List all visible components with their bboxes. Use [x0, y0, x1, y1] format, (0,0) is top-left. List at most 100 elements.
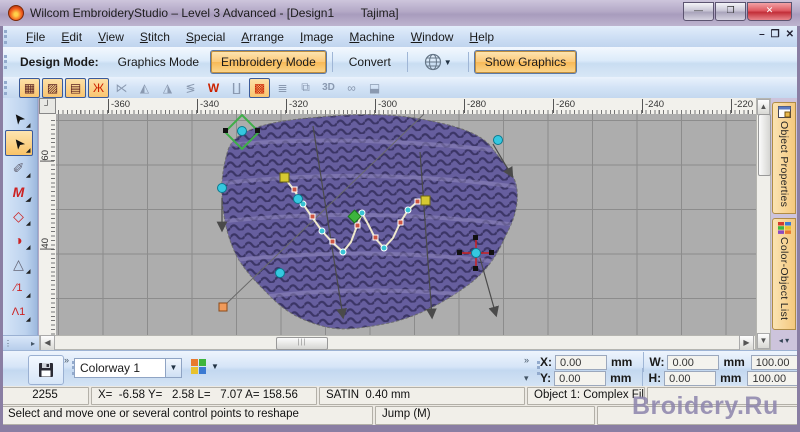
- dropdown-arrow-icon[interactable]: ▼: [165, 359, 181, 377]
- h-input[interactable]: 0.00: [664, 370, 717, 386]
- satin-a-icon[interactable]: ◭: [134, 78, 155, 98]
- closed-shape-tool[interactable]: ◇ ◢: [6, 204, 32, 228]
- overflow-arrow-icon: ▸: [30, 338, 35, 348]
- graphics-mode-button[interactable]: Graphics Mode: [108, 51, 209, 73]
- menu-special[interactable]: Special: [178, 28, 233, 46]
- menu-arrange[interactable]: Arrange: [233, 28, 292, 46]
- freehand-embroidery-tool[interactable]: M ◢: [6, 180, 32, 204]
- window-title: Wilcom EmbroideryStudio – Level 3 Advanc…: [30, 6, 399, 20]
- x-input[interactable]: 0.00: [555, 354, 607, 370]
- scroll-right-icon[interactable]: ▶: [739, 334, 754, 351]
- separator: [642, 368, 644, 388]
- fancy-fill-icon[interactable]: Ж: [88, 77, 109, 98]
- menu-file[interactable]: File: [18, 28, 53, 46]
- closed-line-tool[interactable]: Λ1 ◢: [6, 300, 32, 324]
- vertical-scrollbar[interactable]: ▲ ▼: [756, 98, 771, 350]
- color-object-list-icon: [777, 222, 791, 234]
- zigzag-icon[interactable]: ≶: [180, 78, 201, 98]
- mdi-minimize-button[interactable]: –: [759, 29, 765, 40]
- menu-image[interactable]: Image: [292, 28, 341, 46]
- embroidery-mode-button[interactable]: Embroidery Mode: [211, 51, 326, 73]
- satin-b-icon[interactable]: ◮: [157, 78, 178, 98]
- reshape-tool[interactable]: ➤ ◢: [4, 130, 33, 156]
- minimize-button[interactable]: —: [683, 2, 714, 21]
- toolbox-overflow[interactable]: ⋮ ▸: [0, 335, 39, 350]
- hoop-icon[interactable]: ⬓: [364, 78, 385, 98]
- texture-icon[interactable]: ⧉: [295, 78, 316, 98]
- tab-color-object-list[interactable]: Color-Object List: [772, 218, 796, 330]
- title-bar[interactable]: Wilcom EmbroideryStudio – Level 3 Advanc…: [0, 0, 800, 26]
- maximize-button[interactable]: ❐: [715, 2, 746, 21]
- colorway-editor-button[interactable]: ▼: [190, 358, 219, 375]
- overflow-more-icon[interactable]: ▾: [524, 373, 529, 384]
- selected-object-info: Object 1: Complex Fill: [527, 387, 645, 405]
- program-split-icon[interactable]: ≣: [272, 78, 293, 98]
- ruler-tick: -240: [642, 99, 664, 113]
- menu-window[interactable]: Window: [403, 28, 462, 46]
- hoop-globe-button[interactable]: ▼: [414, 49, 462, 75]
- broidery-watermark: Broidery.Ru: [632, 392, 779, 420]
- fill-stitch-icon[interactable]: ▦: [19, 77, 40, 98]
- show-graphics-button[interactable]: Show Graphics: [474, 51, 577, 73]
- design-mode-label: Design Mode:: [20, 55, 99, 69]
- ruler-origin-button[interactable]: ┘: [39, 98, 56, 114]
- y-unit: mm: [610, 371, 632, 385]
- convert-button[interactable]: Convert: [339, 51, 401, 73]
- toolbar-grip[interactable]: [4, 80, 13, 95]
- select-tool[interactable]: ➤ ◢: [6, 106, 32, 130]
- scroll-down-icon[interactable]: ▼: [757, 333, 770, 349]
- complex-fill-tool[interactable]: △ ◢: [6, 252, 32, 276]
- colorway-toolbar: » Colorway 1 ▼ ▼ » ▾ X: 0.00 mm W: 0.00 …: [0, 350, 800, 388]
- save-colorway-button[interactable]: [28, 355, 64, 385]
- close-button[interactable]: ✕: [747, 2, 792, 21]
- overflow-chevron-icon[interactable]: »: [64, 355, 69, 365]
- x-label: X:: [540, 355, 552, 369]
- menu-help[interactable]: Help: [461, 28, 502, 46]
- pattern-fill-icon[interactable]: ▩: [249, 77, 270, 98]
- scroll-up-icon[interactable]: ▲: [757, 99, 770, 115]
- menu-view[interactable]: View: [90, 28, 132, 46]
- h-unit: mm: [720, 371, 742, 385]
- contour-icon[interactable]: ⋉: [111, 78, 132, 98]
- embroidery-object[interactable]: [56, 114, 756, 335]
- 3d-effect-icon[interactable]: 3D: [318, 78, 339, 98]
- overflow-chevron-icon[interactable]: »: [524, 355, 529, 365]
- scale-h-input[interactable]: 100.00: [747, 370, 800, 386]
- run-stitch-icon[interactable]: ∐: [226, 78, 247, 98]
- vertical-ruler[interactable]: 60 40: [39, 114, 57, 335]
- tab-object-properties[interactable]: Object Properties: [772, 102, 796, 214]
- motif-fill-icon[interactable]: ▤: [65, 77, 86, 98]
- toolbar-grip[interactable]: [4, 29, 13, 44]
- w-input[interactable]: 0.00: [667, 354, 720, 370]
- stemstitch-icon[interactable]: W: [203, 78, 224, 98]
- scroll-left-icon[interactable]: ◀: [40, 334, 55, 351]
- horizontal-ruler[interactable]: -360 -340 -320 -300 -280 -260 -240 -220: [56, 98, 756, 115]
- open-line-tool[interactable]: ∕1 ◢: [6, 276, 32, 300]
- ellipse-tool[interactable]: ◑ ◢: [6, 228, 32, 252]
- knife-tool[interactable]: ✐ ◢: [6, 156, 32, 180]
- scale-w-input[interactable]: 100.00: [750, 354, 800, 370]
- mdi-close-button[interactable]: ✕: [786, 29, 794, 40]
- floppy-disk-icon: [39, 363, 53, 377]
- palette-icon: [191, 359, 206, 374]
- design-mode-toolbar: Design Mode: Graphics Mode Embroidery Mo…: [0, 47, 800, 78]
- tatami-fill-icon[interactable]: ▨: [42, 77, 63, 98]
- position-row-x: X: 0.00 mm W: 0.00 mm 100.00 %: [540, 352, 800, 372]
- mdi-restore-button[interactable]: ❐: [771, 29, 780, 40]
- horizontal-scrollbar[interactable]: ◀ ||| ▶: [39, 334, 756, 351]
- object-properties-icon: [777, 106, 791, 118]
- trueview-icon[interactable]: ∞: [341, 78, 362, 98]
- menu-machine[interactable]: Machine: [341, 28, 402, 46]
- tab-scroll-arrows[interactable]: ◂ ▾: [779, 336, 789, 345]
- vertical-scroll-thumb[interactable]: [758, 114, 771, 176]
- menu-stitch[interactable]: Stitch: [132, 28, 178, 46]
- w-unit: mm: [723, 355, 745, 369]
- design-canvas[interactable]: [56, 114, 756, 335]
- menu-edit[interactable]: Edit: [53, 28, 90, 46]
- current-stitch-type: SATIN 0.40 mm: [319, 387, 525, 405]
- y-input[interactable]: 0.00: [554, 370, 607, 386]
- colorway-select[interactable]: Colorway 1 ▼: [74, 358, 182, 378]
- ruler-tick: -320: [286, 99, 308, 113]
- toolbar-grip[interactable]: [4, 55, 13, 69]
- horizontal-scroll-thumb[interactable]: |||: [276, 337, 328, 350]
